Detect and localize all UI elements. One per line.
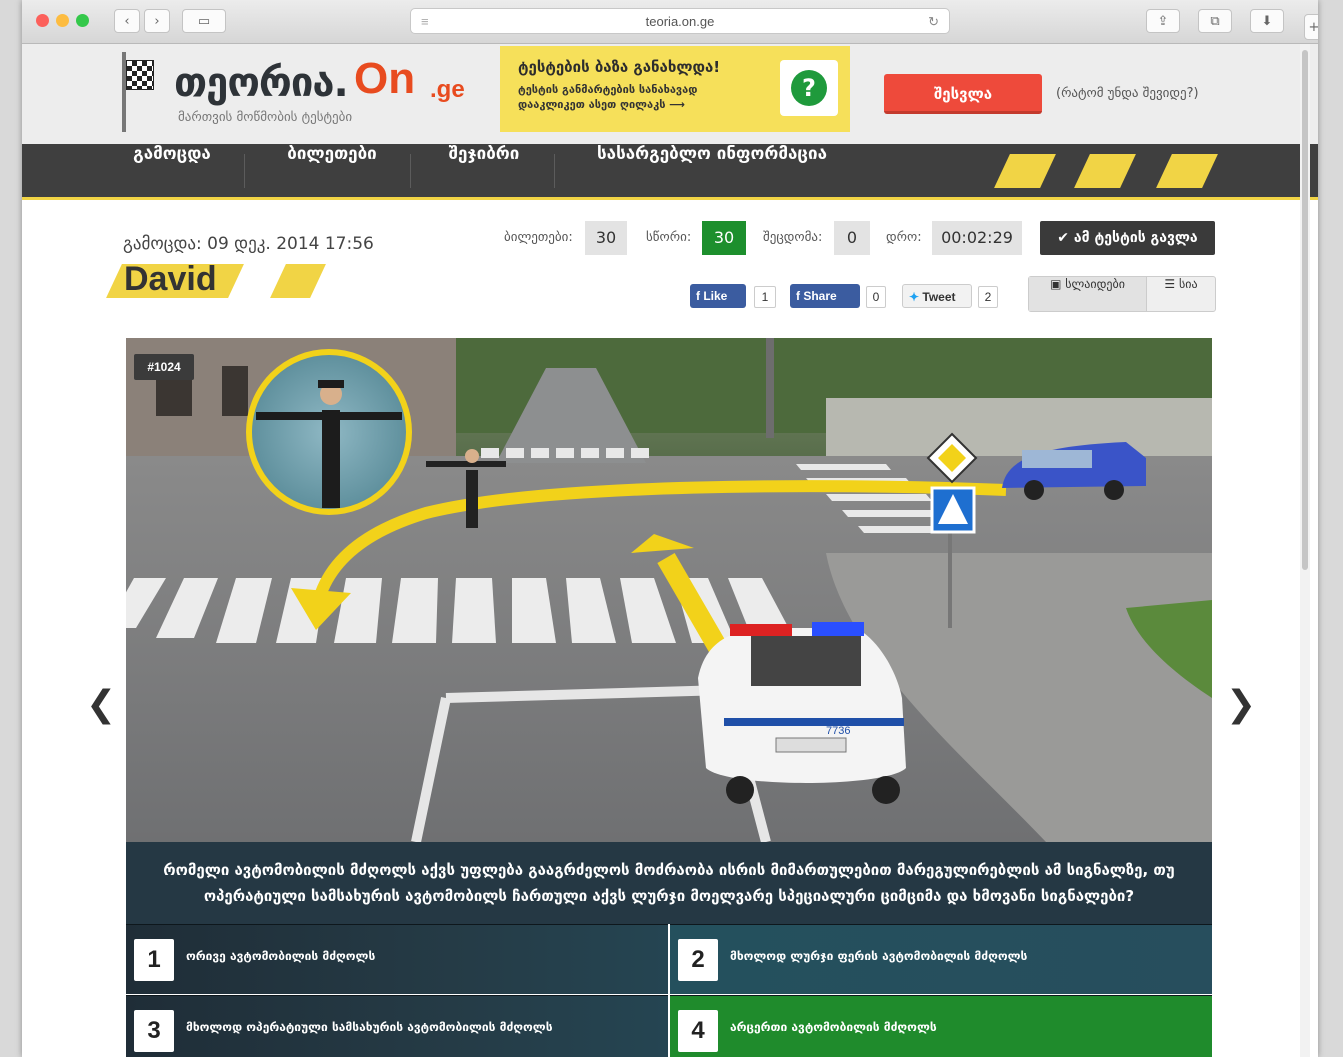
list-icon: ☰ — [1164, 277, 1179, 291]
time-value: 00:02:29 — [932, 221, 1022, 255]
news-title: ტესტების ბაზა განახლდა! — [518, 58, 721, 76]
tickets-label: ბილეთები: — [504, 230, 573, 245]
share-label: Share — [803, 289, 837, 303]
answer-number: 1 — [134, 939, 174, 981]
answer-text: არცერთი ავტომობილის მძღოლს — [730, 1020, 937, 1034]
answer-number: 3 — [134, 1010, 174, 1052]
answer-option-1[interactable]: 1 ორივე ავტომობილის მძღოლს — [126, 924, 668, 994]
nav-item-tickets[interactable]: ბილეთები — [252, 144, 412, 197]
sidebar-toggle-button[interactable]: ▭ — [182, 9, 226, 33]
why-login-link[interactable]: (რატომ უნდა შევიდე?) — [1056, 86, 1199, 101]
nav-divider — [410, 154, 411, 188]
chevron-left-icon: ‹ — [124, 13, 130, 29]
tabs-icon: ⧉ — [1210, 13, 1220, 29]
wrong-count: 0 — [834, 221, 870, 255]
answer-number: 4 — [678, 1010, 718, 1052]
correct-count: 30 — [702, 221, 746, 255]
question-mark-icon: ? — [791, 70, 827, 106]
decor-stripe — [1156, 154, 1218, 188]
view-list-button[interactable]: ☰ სია — [1147, 277, 1215, 311]
facebook-share-button[interactable]: f Share — [790, 284, 860, 308]
view-images-button[interactable]: ▣ სლაიდები — [1029, 277, 1147, 311]
logo-on[interactable]: On — [354, 54, 415, 104]
chevron-right-icon: › — [154, 13, 160, 29]
tweet-button[interactable]: ✦ Tweet — [902, 284, 972, 308]
main-nav: გამოცდა ბილეთები შეჯიბრი სასარგებლო ინფო… — [22, 144, 1318, 200]
police-car: 7736 — [698, 622, 906, 804]
checkered-flag-icon — [126, 60, 154, 90]
police-car-number: 7736 — [826, 725, 850, 737]
share-count: 0 — [866, 286, 886, 308]
nav-item-contest[interactable]: შეჯიბრი — [416, 144, 552, 197]
forward-button[interactable]: › — [144, 9, 170, 33]
tabs-button[interactable]: ⧉ — [1198, 9, 1232, 33]
question-number: #1024 — [134, 354, 194, 380]
logo-text[interactable]: თეორია. — [174, 60, 349, 106]
answer-text: მხოლოდ ოპერატიული სამსახურის ავტომობილის… — [186, 1020, 553, 1034]
nav-item-exam[interactable]: გამოცდა — [102, 144, 242, 197]
maximize-window-button[interactable] — [76, 14, 89, 27]
news-banner: ტესტების ბაზა განახლდა! ტესტის განმარტებ… — [500, 46, 850, 132]
news-text: ტესტის განმარტების სანახავად დააკლიკეთ ა… — [518, 83, 698, 111]
finish-test-button[interactable]: ✔ ამ ტესტის გავლა — [1040, 221, 1215, 255]
logo-ge[interactable]: .ge — [430, 76, 465, 104]
answer-option-2[interactable]: 2 მხოლოდ ლურჯი ფერის ავტომობილის მძღოლს — [670, 924, 1212, 994]
scrollbar-thumb[interactable] — [1302, 50, 1308, 570]
tweet-label: Tweet — [922, 290, 956, 304]
help-button[interactable]: ? — [780, 60, 838, 116]
answer-text: ორივე ავტომობილის მძღოლს — [186, 949, 376, 963]
facebook-like-button[interactable]: f Like — [690, 284, 746, 308]
name-highlight — [270, 264, 326, 298]
correct-label: სწორი: — [646, 230, 692, 245]
nav-divider — [244, 154, 245, 188]
answer-number: 2 — [678, 939, 718, 981]
view-toggle: ▣ სლაიდები ☰ სია — [1028, 276, 1216, 312]
downloads-button[interactable]: ⬇ — [1250, 9, 1284, 33]
minimize-window-button[interactable] — [56, 14, 69, 27]
answer-option-3[interactable]: 3 მხოლოდ ოპერატიული სამსახურის ავტომობილ… — [126, 995, 668, 1057]
tweet-count: 2 — [978, 286, 998, 308]
nav-divider — [554, 154, 555, 188]
decor-stripe — [994, 154, 1056, 188]
share-icon: ⇪ — [1157, 13, 1169, 29]
address-bar[interactable]: ≡ teoria.on.ge ↻ — [410, 8, 950, 34]
decor-stripe — [1074, 154, 1136, 188]
answer-text: მხოლოდ ლურჯი ფერის ავტომობილის მძღოლს — [730, 949, 1028, 963]
prev-question-arrow[interactable]: ❮ — [86, 684, 116, 725]
browser-window: ‹ › ▭ ≡ teoria.on.ge ↻ ⇪ ⧉ ⬇ + თეორია. O… — [22, 0, 1318, 1057]
twitter-icon: ✦ — [909, 290, 923, 304]
tickets-count: 30 — [585, 221, 627, 255]
images-label: სლაიდები — [1065, 277, 1125, 291]
list-label: სია — [1179, 277, 1198, 291]
question-image: 7736 #1024 — [126, 338, 1212, 842]
new-tab-button[interactable]: + — [1304, 14, 1318, 40]
time-label: დრო: — [886, 230, 922, 245]
url-text: teoria.on.ge — [645, 14, 715, 29]
like-count: 1 — [754, 286, 776, 308]
intersection-scene: 7736 — [126, 338, 1212, 842]
nav-item-useful-info[interactable]: სასარგებლო ინფორმაცია — [562, 144, 862, 197]
next-question-arrow[interactable]: ❯ — [1226, 684, 1256, 725]
like-label: Like — [703, 289, 728, 303]
user-name: David — [124, 260, 217, 298]
browser-toolbar: ‹ › ▭ ≡ teoria.on.ge ↻ ⇪ ⧉ ⬇ + — [22, 0, 1318, 44]
back-button[interactable]: ‹ — [114, 9, 140, 33]
exam-date: გამოცდა: 09 დეკ. 2014 17:56 — [123, 234, 374, 254]
reader-icon[interactable]: ≡ — [421, 9, 429, 34]
plus-icon: + — [1308, 19, 1318, 35]
question-text: რომელი ავტომობილის მძღოლს აქვს უფლება გა… — [126, 842, 1212, 924]
image-icon: ▣ — [1050, 277, 1066, 291]
answer-option-4[interactable]: 4 არცერთი ავტომობილის მძღოლს — [670, 995, 1212, 1057]
share-button[interactable]: ⇪ — [1146, 9, 1180, 33]
login-button[interactable]: შესვლა — [884, 74, 1042, 114]
wrong-label: შეცდომა: — [763, 230, 823, 245]
close-window-button[interactable] — [36, 14, 49, 27]
logo-tagline: მართვის მოწმობის ტესტები — [178, 110, 353, 125]
download-icon: ⬇ — [1261, 13, 1273, 29]
officer-zoom-bubble — [246, 349, 412, 515]
reload-icon[interactable]: ↻ — [928, 9, 939, 34]
sidebar-icon: ▭ — [197, 13, 211, 29]
